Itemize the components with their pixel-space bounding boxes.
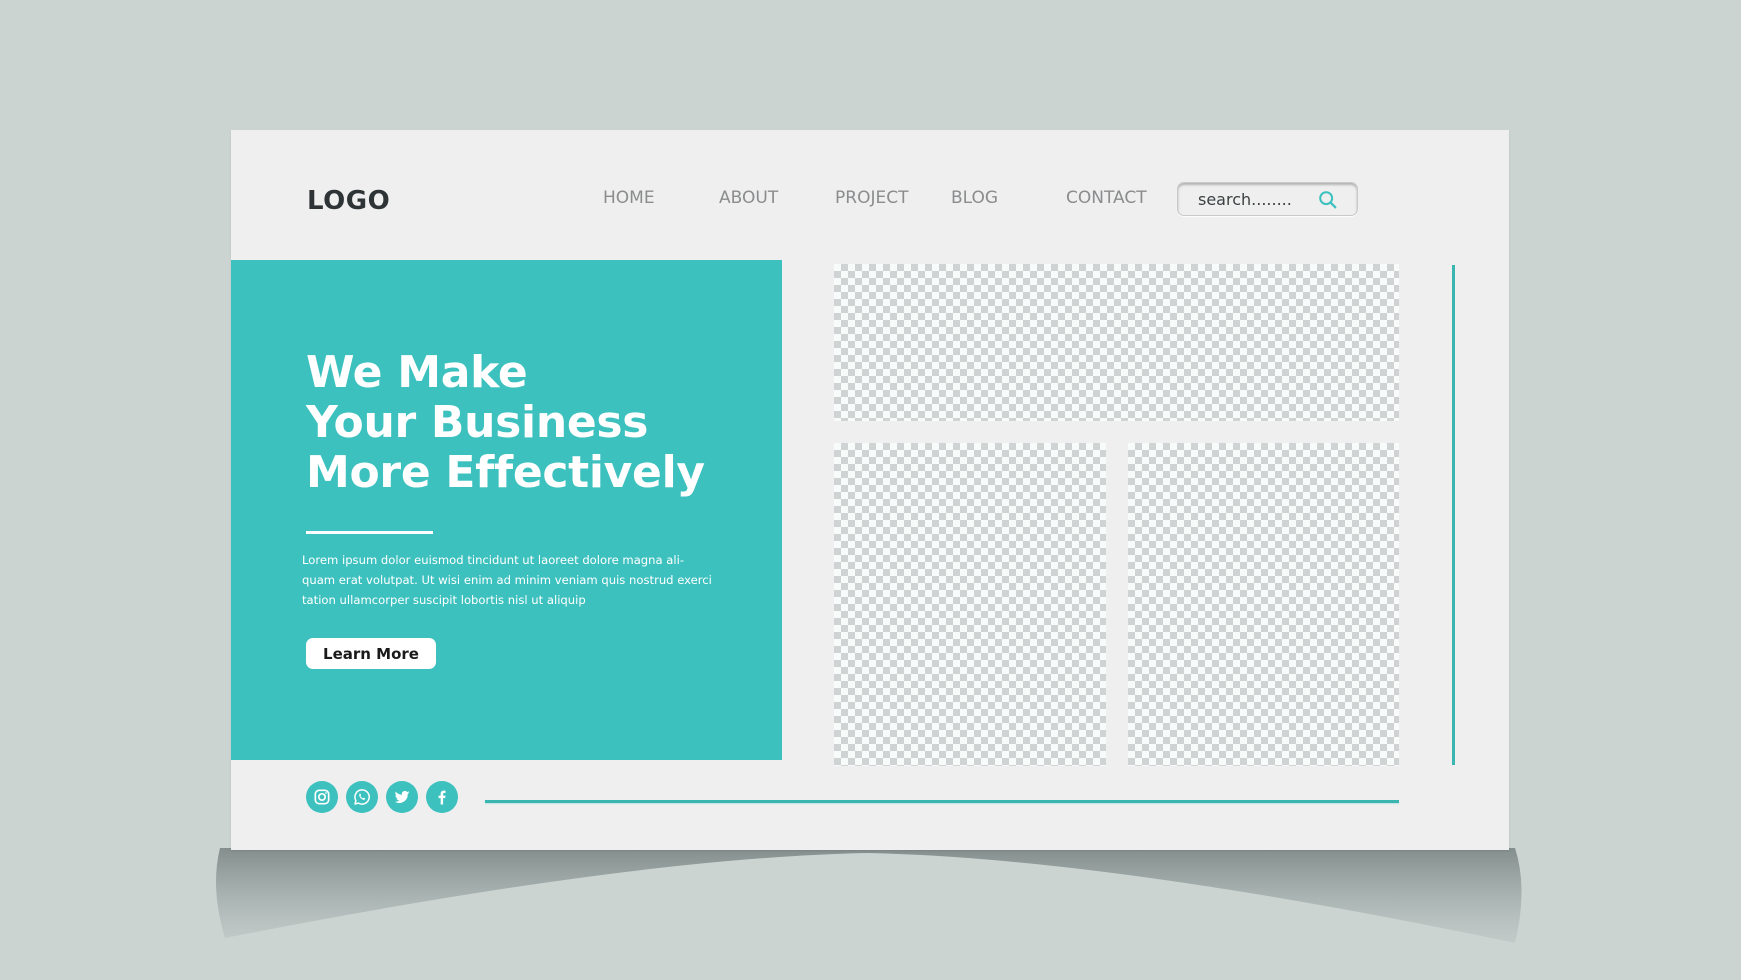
hero-title-line: We Make: [306, 347, 528, 398]
facebook-link[interactable]: [426, 781, 458, 813]
learn-more-button[interactable]: Learn More: [306, 638, 436, 669]
hero-description: Lorem ipsum dolor euismod tincidunt ut l…: [302, 550, 712, 610]
instagram-icon: [314, 789, 330, 805]
twitter-icon: [394, 790, 410, 804]
whatsapp-link[interactable]: [346, 781, 378, 813]
hero-description-line: quam erat volutpat. Ut wisi enim ad mini…: [302, 573, 712, 587]
hero-title-line: Your Business: [306, 397, 649, 448]
logo[interactable]: LOGO: [307, 186, 390, 216]
nav-contact[interactable]: CONTACT: [1066, 188, 1147, 208]
social-links: [306, 781, 458, 813]
hero-description-line: Lorem ipsum dolor euismod tincidunt ut l…: [302, 553, 685, 567]
twitter-link[interactable]: [386, 781, 418, 813]
landing-page-card: LOGO HOME ABOUT PROJECT BLOG CONTACT We …: [231, 130, 1509, 850]
footer-accent-line: [485, 800, 1399, 803]
nav-about[interactable]: ABOUT: [719, 188, 778, 208]
search-input[interactable]: [1198, 187, 1318, 211]
whatsapp-icon: [354, 789, 370, 805]
facebook-icon: [438, 790, 446, 805]
vertical-accent-line: [1452, 265, 1455, 765]
card-shadow: [216, 848, 1522, 943]
search-box: [1177, 182, 1358, 216]
hero-title-line: More Effectively: [306, 447, 705, 498]
image-placeholder-bottom-left: [834, 443, 1106, 766]
hero-description-line: tation ullamcorper suscipit lobortis nis…: [302, 593, 586, 607]
nav-blog[interactable]: BLOG: [951, 188, 998, 208]
nav-project[interactable]: PROJECT: [835, 188, 908, 208]
hero-title: We Make Your Business More Effectively: [306, 348, 705, 498]
instagram-link[interactable]: [306, 781, 338, 813]
nav-home[interactable]: HOME: [603, 188, 655, 208]
search-icon[interactable]: [1317, 189, 1339, 211]
image-placeholder-top: [834, 264, 1399, 421]
image-placeholder-bottom-right: [1128, 443, 1399, 766]
hero-panel: We Make Your Business More Effectively L…: [231, 260, 782, 760]
hero-divider: [306, 531, 433, 534]
